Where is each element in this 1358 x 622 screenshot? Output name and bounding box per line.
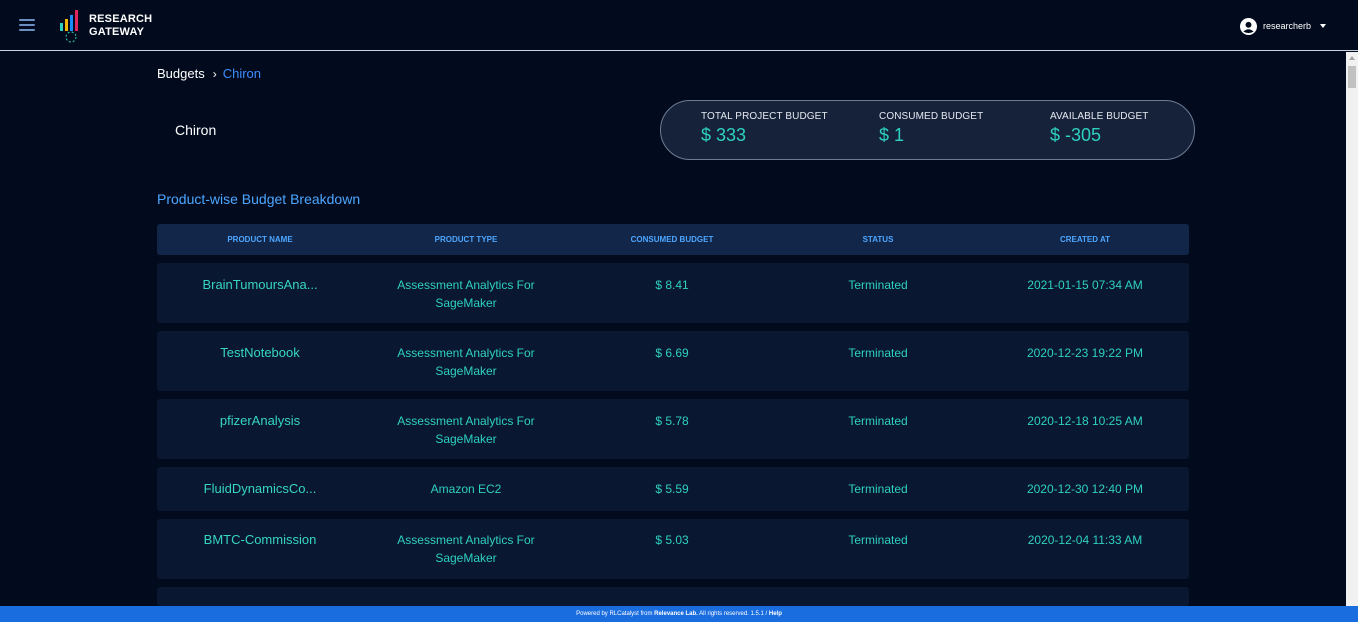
available-budget-value: $ -305 xyxy=(1050,125,1102,145)
breadcrumb-budgets-link[interactable]: Budgets xyxy=(157,66,205,81)
total-budget: TOTAL PROJECT BUDGET $ 333 xyxy=(701,111,828,146)
consumed-budget: $ 5.03 xyxy=(655,533,689,547)
help-link[interactable]: Help xyxy=(769,611,782,617)
chevron-right-icon: › xyxy=(212,66,217,81)
table-row[interactable] xyxy=(157,587,1189,606)
status: Terminated xyxy=(848,278,908,292)
status: Terminated xyxy=(848,533,908,547)
column-header-status[interactable]: STATUS xyxy=(775,224,981,255)
total-budget-label: TOTAL PROJECT BUDGET xyxy=(701,111,828,122)
logo-text: RESEARCH GATEWAY xyxy=(89,13,153,38)
product-name[interactable]: BrainTumoursAna... xyxy=(157,263,363,323)
product-name[interactable]: BMTC-Commission xyxy=(157,519,363,579)
consumed-budget: $ 6.69 xyxy=(655,346,689,360)
table-row[interactable]: TestNotebook Assessment Analytics For Sag… xyxy=(157,331,1189,391)
budget-summary: TOTAL PROJECT BUDGET $ 333 CONSUMED BUDG… xyxy=(660,100,1195,160)
table-row[interactable]: FluidDynamicsCo... Amazon EC2 $ 5.59 Ter… xyxy=(157,467,1189,511)
consumed-budget: CONSUMED BUDGET $ 1 xyxy=(879,111,983,146)
column-header-consumed-budget[interactable]: CONSUMED BUDGET xyxy=(569,224,775,255)
user-menu[interactable]: researcherb xyxy=(1239,17,1326,35)
product-name[interactable]: TestNotebook xyxy=(157,331,363,391)
product-type: Assessment Analytics For SageMaker xyxy=(397,414,535,446)
available-budget: AVAILABLE BUDGET $ -305 xyxy=(1050,111,1149,146)
consumed-budget: $ 5.59 xyxy=(655,482,689,496)
username-label: researcherb xyxy=(1262,21,1311,31)
created-at: 2020-12-30 12:40 PM xyxy=(1026,482,1144,496)
top-navbar: RESEARCH GATEWAY researcherb xyxy=(0,0,1358,51)
product-name[interactable]: FluidDynamicsCo... xyxy=(157,467,363,511)
table-row[interactable]: BMTC-Commission Assessment Analytics For… xyxy=(157,519,1189,579)
breadcrumb: Budgets › Chiron xyxy=(157,66,261,81)
available-budget-label: AVAILABLE BUDGET xyxy=(1050,111,1149,122)
table-row[interactable]: BrainTumoursAna... Assessment Analytics … xyxy=(157,263,1189,323)
column-header-product-type[interactable]: PRODUCT TYPE xyxy=(363,224,569,255)
scroll-up-arrow-icon[interactable] xyxy=(1349,56,1355,60)
consumed-budget-value: $ 1 xyxy=(879,125,905,145)
status: Terminated xyxy=(848,346,908,360)
project-title: Chiron xyxy=(175,122,217,138)
table-header: PRODUCT NAME PRODUCT TYPE CONSUMED BUDGE… xyxy=(157,224,1189,255)
footer: Powered by RLCatalyst from Relevance Lab… xyxy=(0,606,1358,622)
created-at: 2020-12-23 19:22 PM xyxy=(1026,346,1144,360)
status: Terminated xyxy=(848,482,908,496)
table-row[interactable]: pfizerAnalysis Assessment Analytics For S… xyxy=(157,399,1189,459)
scrollbar-thumb[interactable] xyxy=(1348,66,1356,88)
consumed-budget: $ 5.78 xyxy=(655,414,689,428)
created-at: 2020-12-04 11:33 AM xyxy=(1027,533,1143,547)
product-type: Assessment Analytics For SageMaker xyxy=(397,278,535,310)
product-type: Assessment Analytics For SageMaker xyxy=(397,346,535,378)
column-header-product-name[interactable]: PRODUCT NAME xyxy=(157,224,363,255)
consumed-budget-label: CONSUMED BUDGET xyxy=(879,111,984,122)
consumed-budget: $ 8.41 xyxy=(655,278,689,292)
page-scrollbar[interactable] xyxy=(1346,52,1358,606)
created-at: 2020-12-18 10:25 AM xyxy=(1027,414,1143,428)
created-at: 2021-01-15 07:34 AM xyxy=(1027,278,1143,292)
company-link[interactable]: Relevance Lab. xyxy=(654,611,698,617)
logo-bars-icon xyxy=(60,10,78,43)
total-budget-value: $ 333 xyxy=(701,125,747,145)
product-name[interactable]: pfizerAnalysis xyxy=(157,399,363,459)
product-type: Assessment Analytics For SageMaker xyxy=(397,533,535,565)
user-avatar-icon xyxy=(1239,17,1257,35)
chevron-down-icon xyxy=(1320,24,1326,28)
breadcrumb-current: Chiron xyxy=(222,66,261,81)
product-type: Amazon EC2 xyxy=(430,482,502,496)
research-gateway-logo[interactable]: RESEARCH GATEWAY xyxy=(59,7,159,45)
section-title: Product-wise Budget Breakdown xyxy=(157,191,361,207)
column-header-created-at[interactable]: CREATED AT xyxy=(981,224,1189,255)
status: Terminated xyxy=(848,414,908,428)
hamburger-menu-icon[interactable] xyxy=(19,19,35,31)
